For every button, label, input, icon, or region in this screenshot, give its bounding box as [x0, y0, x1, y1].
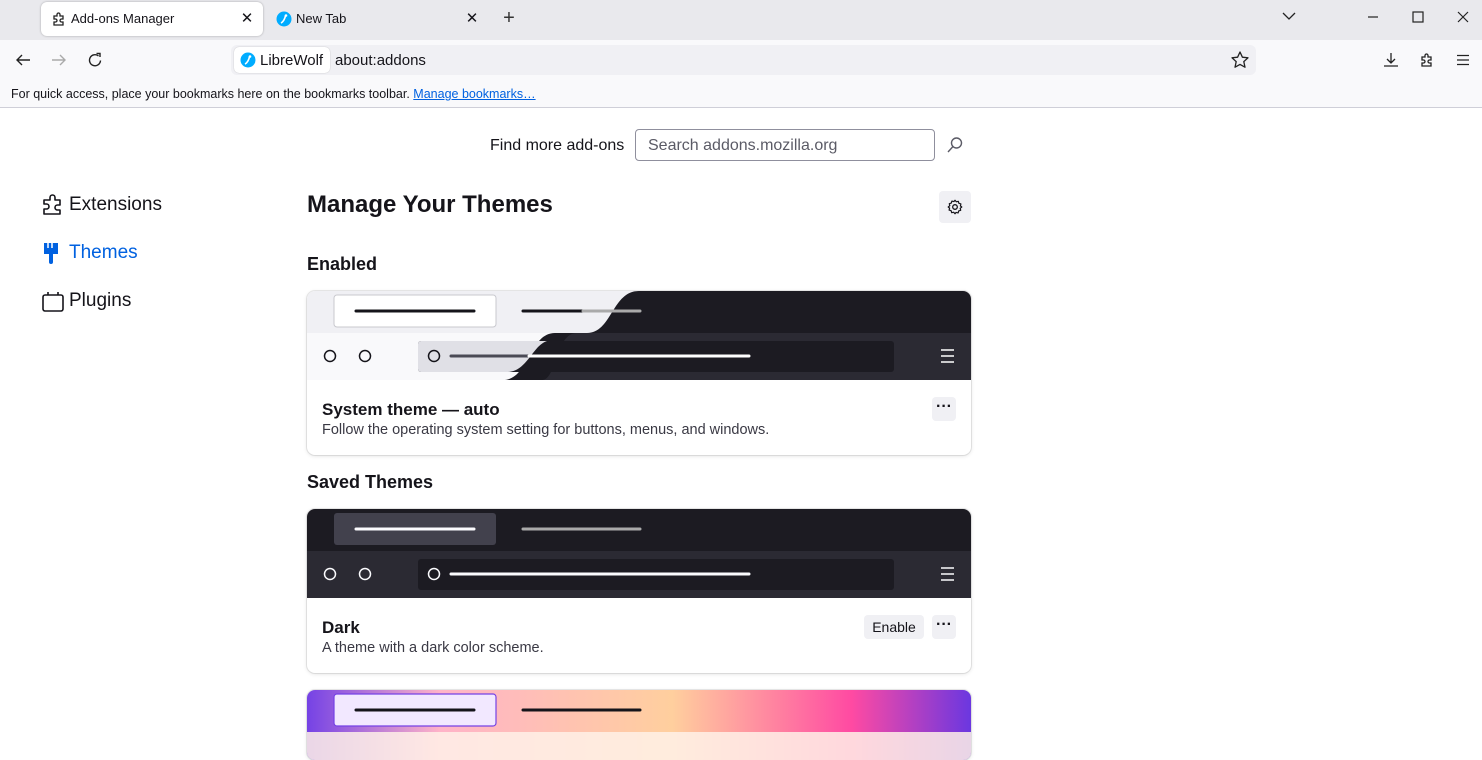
bookmark-star-icon[interactable]: [1230, 50, 1250, 70]
find-more-label: Find more add-ons: [490, 137, 625, 154]
close-tab-icon[interactable]: ✕: [239, 11, 255, 27]
manage-bookmarks-link[interactable]: Manage bookmarks…: [413, 87, 535, 101]
theme-description: Follow the operating system setting for …: [322, 422, 770, 438]
maximize-button[interactable]: [1406, 8, 1430, 30]
puzzle-icon: [43, 194, 61, 215]
reload-icon: [88, 52, 102, 67]
theme-name: System theme — auto: [322, 400, 500, 419]
theme-name: Dark: [322, 618, 360, 637]
more-options-button[interactable]: ···: [932, 397, 956, 421]
tools-button[interactable]: [939, 191, 971, 223]
theme-preview-image: [307, 291, 971, 380]
downloads-button[interactable]: [1377, 48, 1405, 72]
search-addons-input[interactable]: Search addons.mozilla.org: [635, 129, 935, 161]
theme-card-dark[interactable]: Dark A theme with a dark color scheme. E…: [307, 509, 971, 673]
addons-manager-page: Find more add-ons Search addons.mozilla.…: [0, 109, 1482, 760]
category-label: Extensions: [69, 194, 162, 215]
more-options-button[interactable]: ···: [932, 615, 956, 639]
enable-button[interactable]: Enable: [864, 615, 924, 639]
download-icon: [1384, 53, 1398, 67]
theme-card-system[interactable]: System theme — auto Follow the operating…: [307, 291, 971, 455]
enabled-heading: Enabled: [307, 254, 378, 274]
close-tab-icon[interactable]: ✕: [464, 11, 480, 27]
url-input[interactable]: about:addons: [335, 52, 426, 69]
tab-label: Add-ons Manager: [71, 11, 175, 26]
theme-preview-image: [307, 690, 971, 760]
category-extensions[interactable]: Extensions: [41, 192, 162, 218]
back-button[interactable]: [9, 48, 37, 72]
hamburger-icon: [1457, 54, 1469, 66]
forward-arrow-icon: [52, 54, 66, 66]
librewolf-icon: [276, 11, 292, 27]
tab-new-tab[interactable]: New Tab ✕: [266, 2, 488, 36]
theme-description: A theme with a dark color scheme.: [322, 640, 544, 656]
search-icon[interactable]: [946, 136, 964, 154]
maximize-icon: [1412, 11, 1424, 23]
list-all-tabs-button[interactable]: [1277, 8, 1301, 30]
tab-label: New Tab: [296, 11, 347, 26]
identity-box[interactable]: LibreWolf: [234, 47, 330, 73]
puzzle-icon: [53, 12, 64, 26]
plugin-icon: [42, 292, 64, 312]
chevron-down-icon: [1282, 12, 1296, 20]
tab-strip: Add-ons Manager ✕ New Tab ✕ +: [0, 0, 1482, 40]
forward-button[interactable]: [45, 48, 73, 72]
identity-label: LibreWolf: [260, 52, 324, 69]
category-label: Themes: [69, 242, 138, 263]
theme-preview-image: [307, 509, 971, 598]
minimize-button[interactable]: [1361, 8, 1385, 30]
bookmarks-message: For quick access, place your bookmarks h…: [11, 87, 410, 101]
new-tab-button[interactable]: +: [498, 8, 520, 30]
extensions-button[interactable]: [1413, 48, 1441, 72]
category-label: Plugins: [69, 290, 132, 311]
app-menu-button[interactable]: [1449, 48, 1477, 72]
category-plugins[interactable]: Plugins: [41, 288, 131, 314]
theme-card-colorful[interactable]: [307, 690, 971, 760]
url-bar[interactable]: LibreWolf about:addons: [231, 45, 1256, 75]
librewolf-icon: [240, 52, 256, 68]
back-arrow-icon: [16, 54, 30, 66]
page-title: Manage Your Themes: [307, 191, 553, 218]
close-window-button[interactable]: [1451, 8, 1475, 30]
bookmarks-toolbar: For quick access, place your bookmarks h…: [0, 80, 1482, 108]
saved-themes-heading: Saved Themes: [307, 472, 434, 492]
navigation-toolbar: LibreWolf about:addons: [0, 40, 1482, 80]
tab-addons-manager[interactable]: Add-ons Manager ✕: [41, 2, 263, 36]
puzzle-icon: [1421, 53, 1432, 67]
category-themes[interactable]: Themes: [41, 240, 138, 266]
gear-icon: [947, 199, 963, 215]
paintbrush-icon: [44, 243, 58, 264]
close-icon: [1457, 11, 1469, 23]
reload-button[interactable]: [81, 48, 109, 72]
minimize-icon: [1368, 16, 1378, 18]
